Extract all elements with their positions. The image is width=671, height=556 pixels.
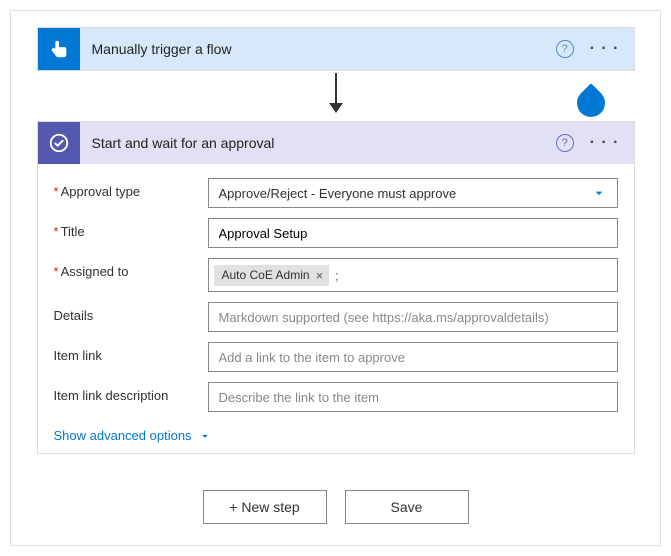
- assignee-token[interactable]: Auto CoE Admin ×: [214, 265, 330, 286]
- approval-icon: [38, 122, 80, 164]
- item-link-input[interactable]: [208, 342, 618, 372]
- action-card[interactable]: Start and wait for an approval ? · · · A…: [37, 121, 635, 454]
- action-title: Start and wait for an approval: [80, 135, 556, 151]
- approval-type-value: Approve/Reject - Everyone must approve: [219, 186, 457, 201]
- token-separator: ;: [333, 268, 341, 283]
- help-icon[interactable]: ?: [556, 134, 574, 152]
- item-link-desc-input[interactable]: [208, 382, 618, 412]
- save-button[interactable]: Save: [345, 490, 469, 524]
- show-advanced-options-link[interactable]: Show advanced options: [54, 428, 212, 443]
- title-label: Title: [54, 218, 208, 239]
- manual-trigger-icon: [38, 28, 80, 70]
- chevron-down-icon: [198, 429, 212, 443]
- assigned-to-input[interactable]: Auto CoE Admin × ;: [208, 258, 618, 292]
- new-step-button[interactable]: + New step: [203, 490, 327, 524]
- trigger-card[interactable]: Manually trigger a flow ? · · ·: [37, 27, 635, 71]
- connector-arrow: [37, 71, 635, 121]
- trigger-header[interactable]: Manually trigger a flow ? · · ·: [38, 28, 634, 70]
- more-menu-icon[interactable]: · · ·: [584, 138, 626, 148]
- trigger-title: Manually trigger a flow: [80, 41, 556, 57]
- assigned-to-label: Assigned to: [54, 258, 208, 279]
- approval-type-label: Approval type: [54, 178, 208, 199]
- approval-type-select[interactable]: Approve/Reject - Everyone must approve: [208, 178, 618, 208]
- drop-indicator-icon[interactable]: [571, 83, 611, 123]
- help-icon[interactable]: ?: [556, 40, 574, 58]
- action-header[interactable]: Start and wait for an approval ? · · ·: [38, 122, 634, 164]
- more-menu-icon[interactable]: · · ·: [584, 44, 626, 54]
- footer-buttons: + New step Save: [27, 490, 644, 524]
- show-advanced-options-text: Show advanced options: [54, 428, 192, 443]
- flow-designer-canvas: Manually trigger a flow ? · · · Start an…: [10, 10, 661, 546]
- item-link-label: Item link: [54, 342, 208, 363]
- chevron-down-icon: [591, 185, 607, 201]
- details-label: Details: [54, 302, 208, 323]
- action-body: Approval type Approve/Reject - Everyone …: [38, 164, 634, 453]
- title-input[interactable]: [208, 218, 618, 248]
- details-input[interactable]: [208, 302, 618, 332]
- remove-token-icon[interactable]: ×: [316, 268, 324, 283]
- assignee-token-text: Auto CoE Admin: [222, 268, 310, 282]
- item-link-desc-label: Item link description: [54, 382, 208, 403]
